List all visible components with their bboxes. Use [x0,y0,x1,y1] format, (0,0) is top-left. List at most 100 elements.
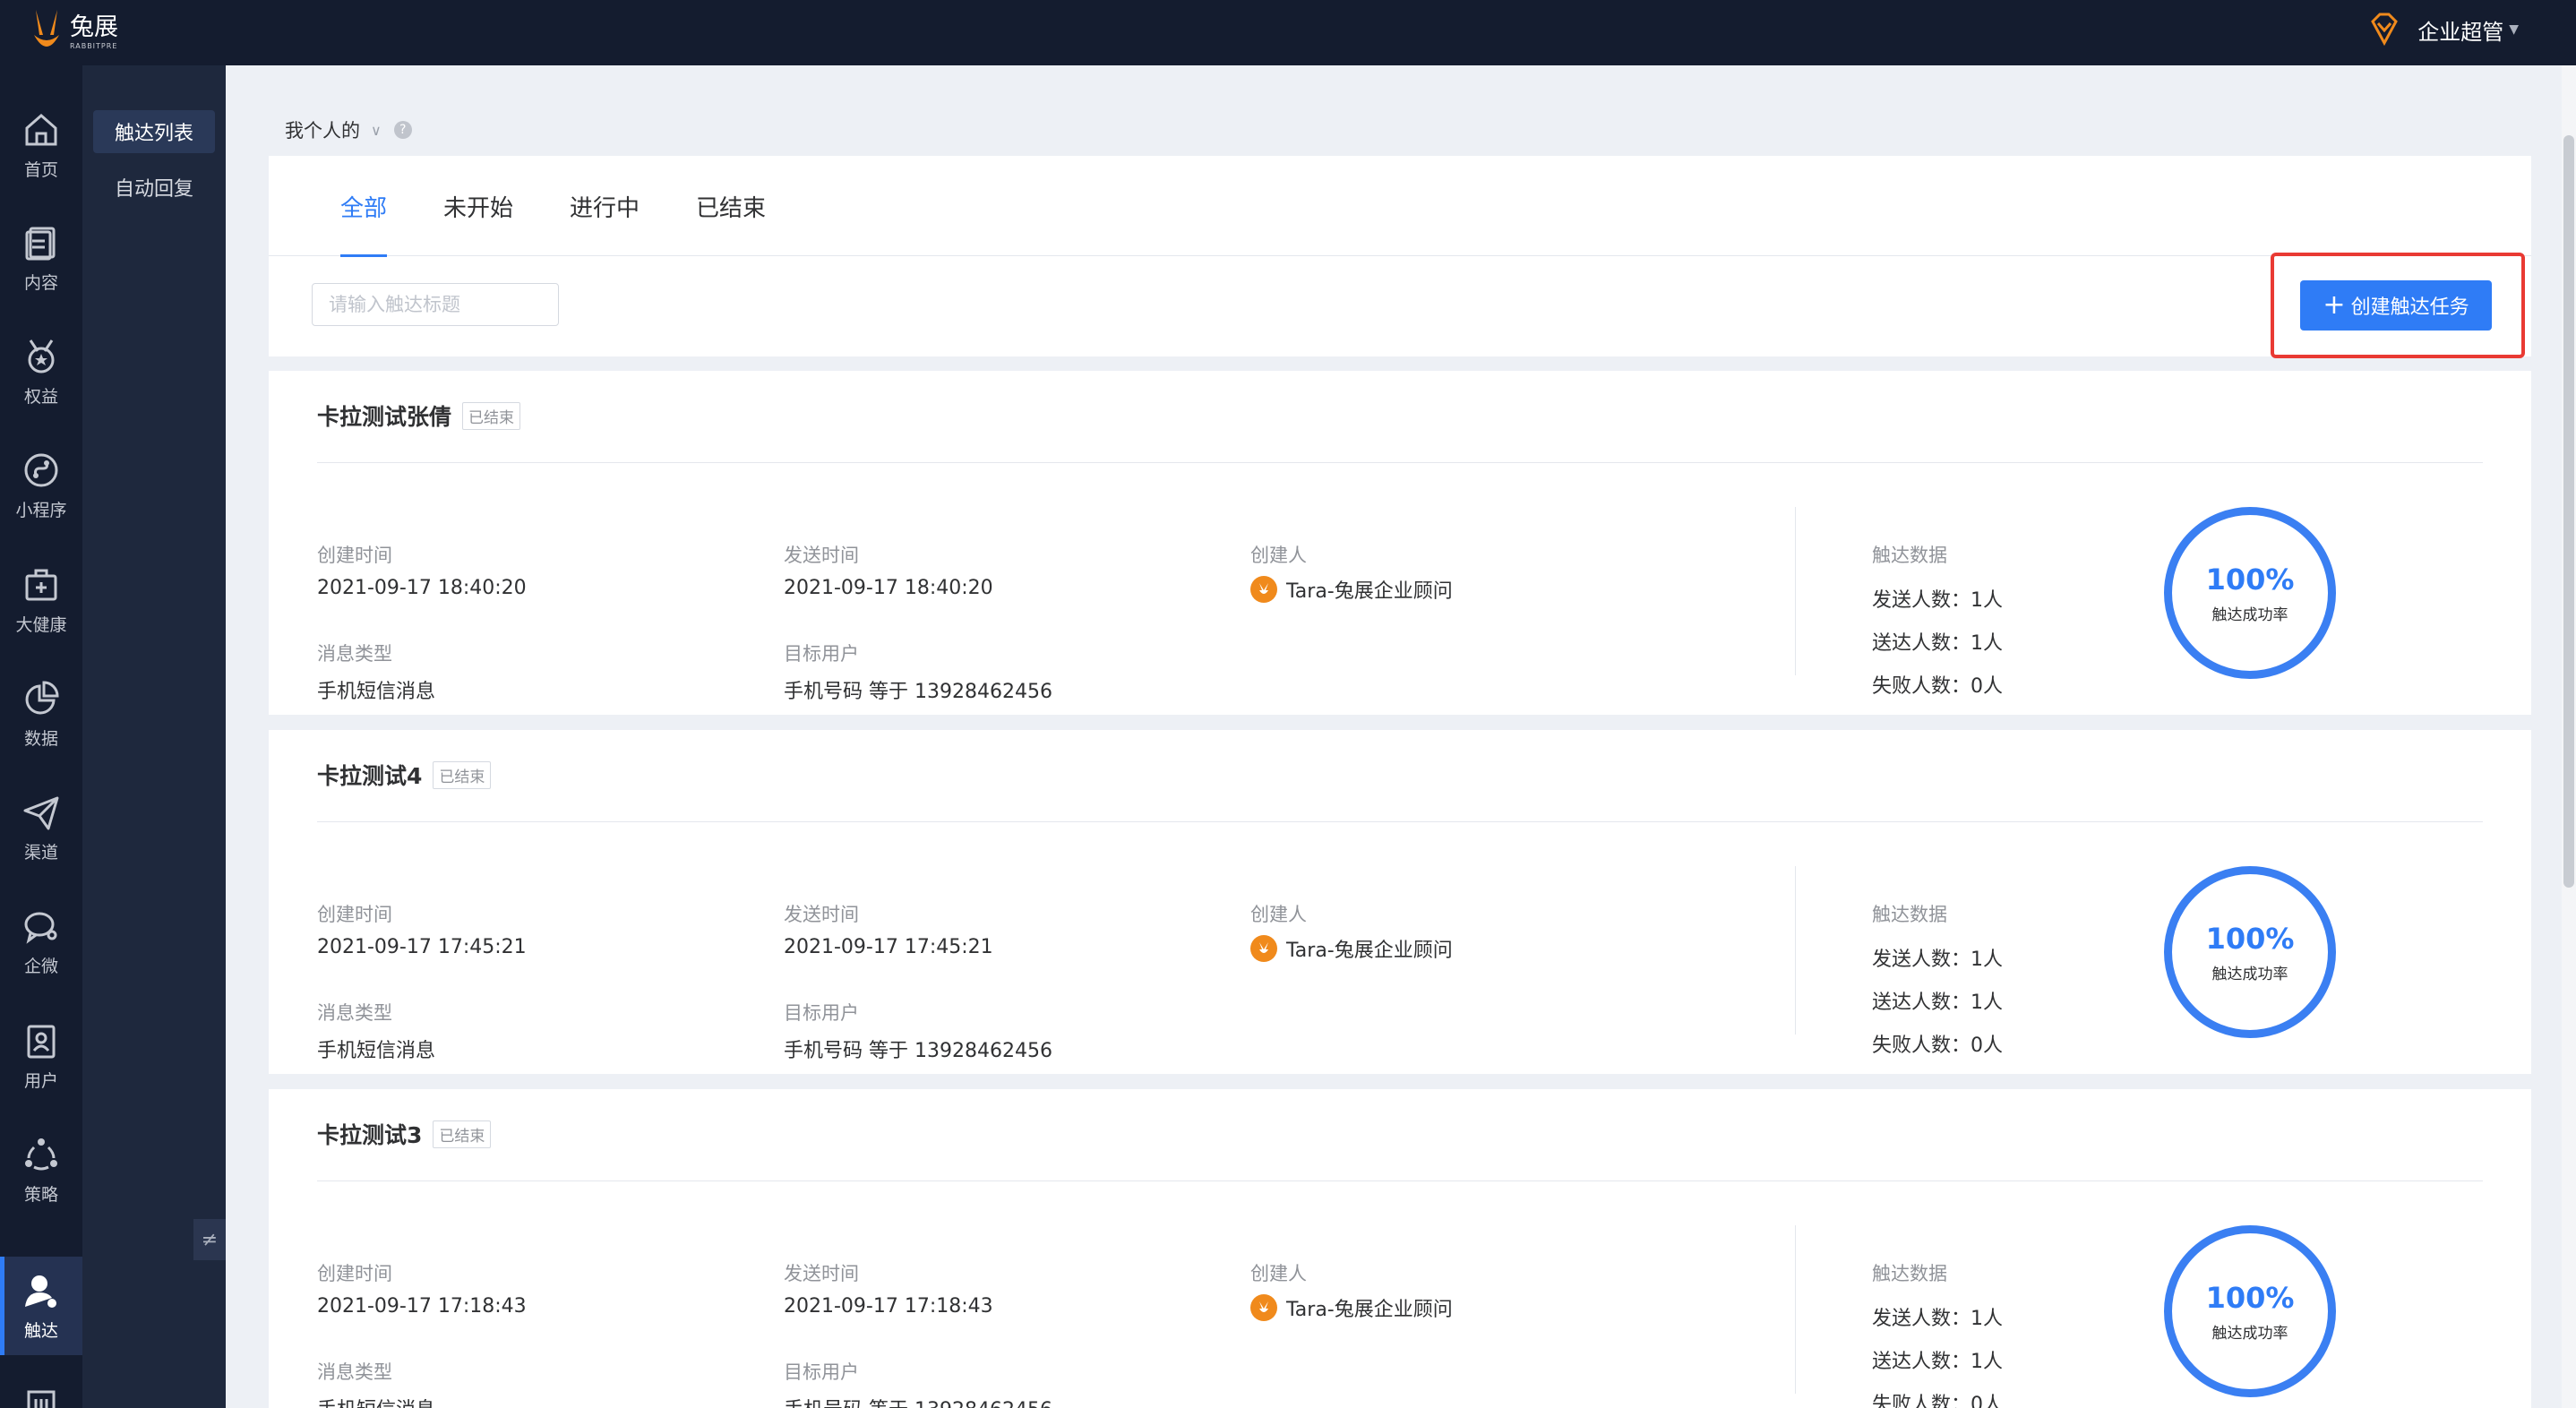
failed-count: 失败人数：0人 [1872,675,2003,698]
miniprogram-icon [24,453,58,486]
task-card[interactable]: 卡拉测试4 已结束 创建时间 2021-09-17 17:45:21 消息类型 … [269,730,2531,1074]
stats-title: 触达数据 [1872,545,1947,566]
nav-item-users[interactable]: 用户 [0,1007,82,1105]
user-name: 企业超管 [2417,19,2504,45]
nav-label: 触达 [23,1320,58,1341]
strategy-icon [25,1138,57,1170]
nav-item-data[interactable]: 数据 [0,665,82,763]
create-button-label: 创建触达任务 [2350,296,2469,319]
stats-title: 触达数据 [1872,904,1947,925]
success-rate-ring: 100% 触达成功率 [2164,1225,2336,1397]
top-bar: 兔展 RABBITPRE 企业超管 ▼ [0,0,2576,65]
task-title[interactable]: 卡拉测试3 [317,1118,422,1150]
failed-count: 失败人数：0人 [1872,1394,2003,1408]
sent-count: 发送人数：1人 [1872,1308,2003,1330]
target-users-value: 手机号码 等于 13928462456 [784,681,1052,703]
chevron-down-icon: ▼ [2509,22,2519,37]
nav-label: 首页 [23,159,58,180]
nav-label: 用户 [23,1070,58,1091]
user-reach-icon [25,1275,56,1308]
nav-label: 策略 [23,1184,58,1205]
success-rate-label: 触达成功率 [2211,1324,2288,1343]
creator-value: Tara-兔展企业顾问 [1250,934,1453,963]
send-time-value: 2021-09-17 17:45:21 [784,936,993,958]
nav-item-benefits[interactable]: 权益 [0,322,82,421]
creator-label: 创建人 [1250,1263,1307,1284]
creator-avatar [1250,1294,1277,1321]
target-users-label: 目标用户 [784,1002,859,1024]
scrollbar-thumb[interactable] [2563,135,2574,888]
create-reach-task-button[interactable]: + 创建触达任务 [2300,280,2492,331]
secondary-sidebar: 触达列表 自动回复 ≠ [82,65,226,1408]
send-time-value: 2021-09-17 18:40:20 [784,577,993,599]
sent-count: 发送人数：1人 [1872,949,2003,971]
search-input[interactable] [329,294,569,315]
scope-selector[interactable]: 我个人的 ∨ ? [285,116,412,143]
filter-panel: 全部 未开始 进行中 已结束 + 创建触达任务 [269,156,2531,358]
nav-item-more[interactable] [0,1355,82,1408]
created-time-label: 创建时间 [317,545,392,566]
send-time-label: 发送时间 [784,1263,859,1284]
created-time-value: 2021-09-17 17:18:43 [317,1295,527,1318]
nav-item-content[interactable]: 内容 [0,209,82,307]
nav-label: 内容 [23,272,58,293]
created-time-value: 2021-09-17 18:40:20 [317,577,527,599]
pie-chart-icon [25,680,59,714]
created-time-label: 创建时间 [317,1263,392,1284]
nav-item-wecom[interactable]: 企微 [0,892,82,991]
help-icon[interactable]: ? [393,121,412,139]
nav-label: 渠道 [23,842,58,863]
message-type-label: 消息类型 [317,1361,392,1383]
creator-avatar [1250,935,1277,962]
task-card[interactable]: 卡拉测试3 已结束 创建时间 2021-09-17 17:18:43 消息类型 … [269,1089,2531,1408]
task-card[interactable]: 卡拉测试张倩 已结束 创建时间 2021-09-17 18:40:20 消息类型… [269,371,2531,715]
send-time-value: 2021-09-17 17:18:43 [784,1295,993,1318]
tab-not-started[interactable]: 未开始 [443,190,513,256]
send-time-label: 发送时间 [784,904,859,925]
tab-ended[interactable]: 已结束 [696,190,766,256]
success-rate-value: 100% [2205,562,2295,597]
card-vertical-divider [1795,866,1796,1035]
contact-card-icon [27,1025,56,1058]
nav-item-miniprogram[interactable]: 小程序 [0,436,82,535]
status-tabs: 全部 未开始 进行中 已结束 [269,156,2531,257]
nav-item-channel[interactable]: 渠道 [0,778,82,877]
diamond-icon [2371,13,2399,47]
user-menu[interactable]: 企业超管 ▼ [2366,0,2519,59]
medal-icon [28,339,55,373]
search-box [312,283,569,326]
nav-item-home[interactable]: 首页 [0,96,82,194]
rabbit-logo-icon [1259,1301,1268,1312]
submenu-item-reach-list[interactable]: 触达列表 [93,110,215,153]
target-users-label: 目标用户 [784,643,859,665]
nav-item-reach[interactable]: 触达 [0,1257,82,1355]
success-rate-label: 触达成功率 [2211,965,2288,983]
creator-value: Tara-兔展企业顾问 [1250,575,1453,604]
creator-label: 创建人 [1250,545,1307,566]
created-time-value: 2021-09-17 17:45:21 [317,936,527,958]
nav-label: 企微 [23,956,58,976]
success-rate-ring: 100% 触达成功率 [2164,507,2336,679]
delivered-count: 送达人数：1人 [1872,632,2003,655]
nav-label: 小程序 [15,500,67,520]
nav-label: 数据 [23,728,58,749]
nav-item-health[interactable]: 大健康 [0,551,82,649]
message-type-label: 消息类型 [317,1002,392,1024]
task-title-row: 卡拉测试4 已结束 [317,759,492,791]
page-scrollbar[interactable] [2562,65,2576,1408]
message-type-value: 手机短信消息 [317,1040,436,1062]
task-title[interactable]: 卡拉测试张倩 [317,399,451,432]
brand-logo[interactable]: 兔展 RABBITPRE [27,5,118,59]
submenu-item-auto-reply[interactable]: 自动回复 [93,166,215,209]
task-title[interactable]: 卡拉测试4 [317,759,422,791]
collapse-icon[interactable]: ≠ [193,1219,226,1260]
nav-item-strategy[interactable]: 策略 [0,1120,82,1219]
primary-sidebar: 首页 内容 权益 小程序 大健康 数据 渠道 企微 用户 策略 触达 [0,65,82,1408]
task-title-row: 卡拉测试张倩 已结束 [317,399,521,432]
card-vertical-divider [1795,1225,1796,1394]
success-rate-label: 触达成功率 [2211,605,2288,624]
target-users-label: 目标用户 [784,1361,859,1383]
tab-all[interactable]: 全部 [340,190,388,257]
send-icon [23,796,59,829]
tab-in-progress[interactable]: 进行中 [570,190,640,256]
